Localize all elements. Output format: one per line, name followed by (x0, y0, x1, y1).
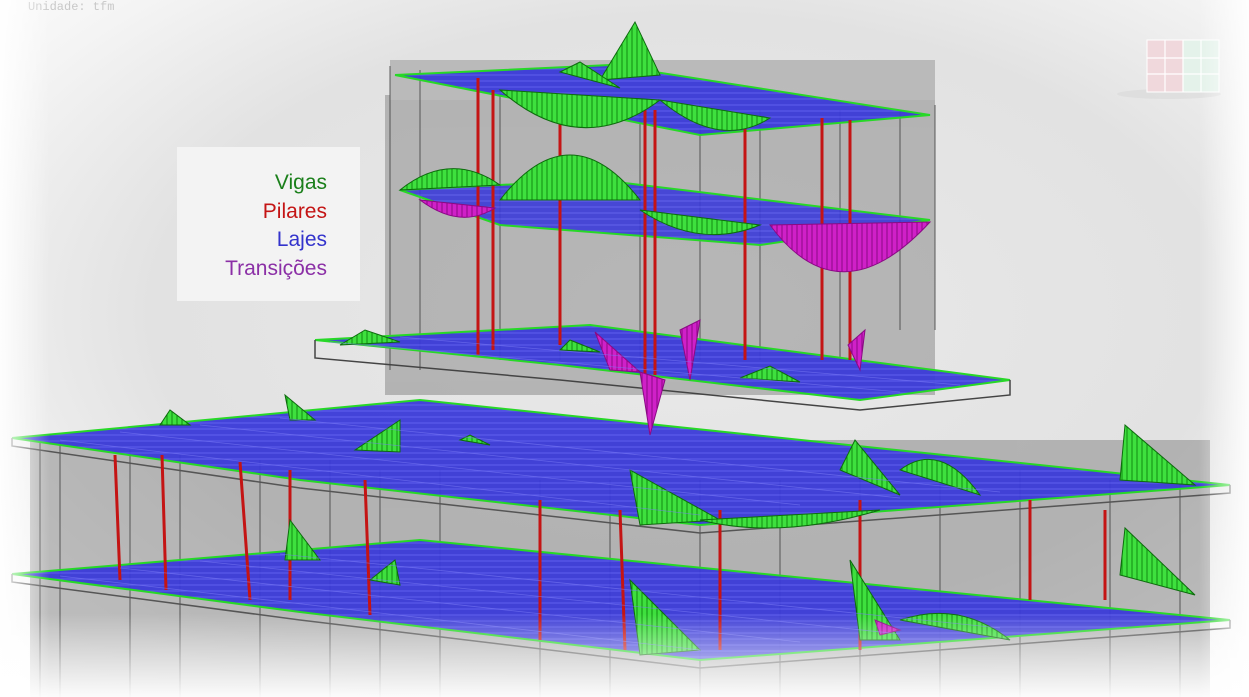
legend-panel: Vigas Pilares Lajes Transições (177, 147, 360, 301)
legend-item-transicoes: Transições (225, 256, 327, 280)
model-viewport[interactable]: Unidade: tfm Vigas Pilares Lajes Transiç… (0, 0, 1249, 697)
legend-item-lajes: Lajes (276, 228, 327, 251)
legend-item-pilares: Pilares (262, 199, 327, 223)
view-cube-icon[interactable] (1114, 38, 1224, 100)
units-label: Unidade: tfm (28, 0, 115, 14)
legend-item-vigas: Vigas (274, 171, 327, 194)
structural-3d-model[interactable] (0, 0, 1249, 697)
